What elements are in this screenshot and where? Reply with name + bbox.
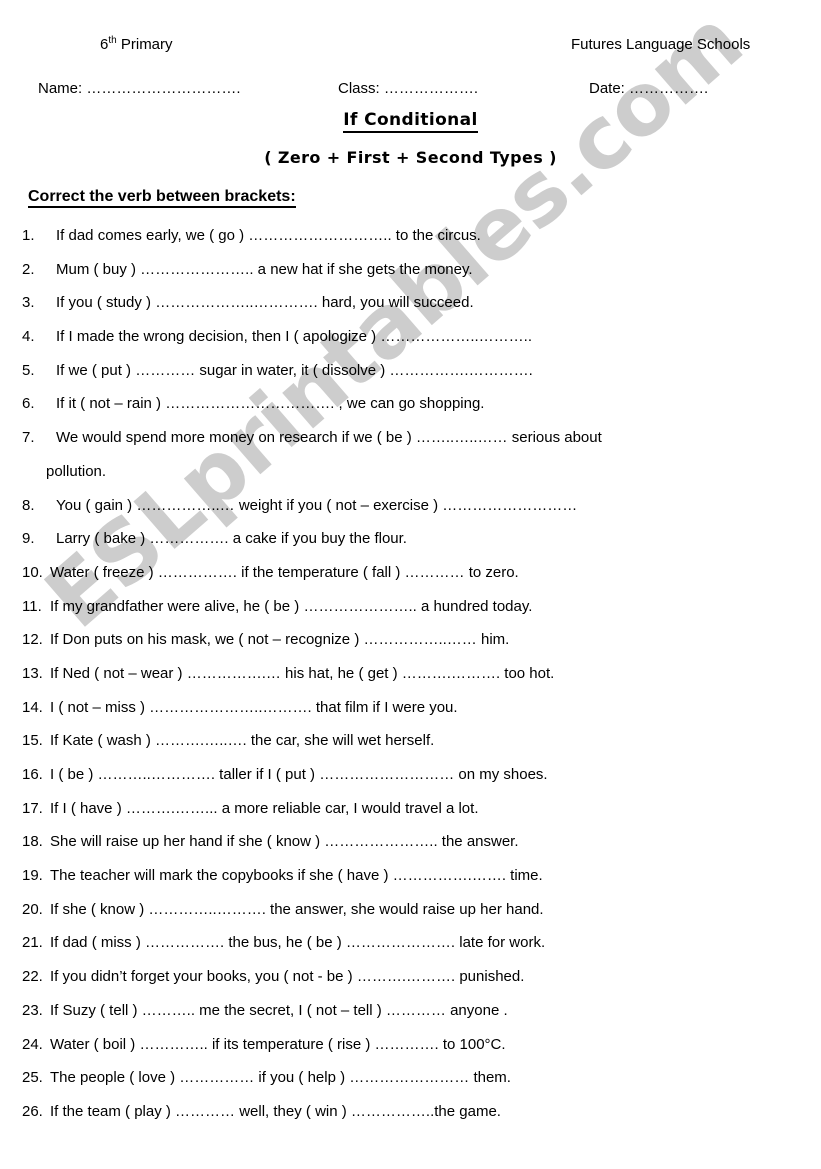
worksheet-content: 6th Primary Futures Language Schools Nam… (0, 0, 821, 1169)
question-item: 22. If you didn’t forget your books, you … (0, 960, 821, 994)
school-name: Futures Language Schools (571, 36, 751, 53)
question-number: 4. (22, 328, 35, 346)
grade-suffix: Primary (116, 36, 173, 53)
question-text[interactable]: The teacher will mark the copybooks if s… (50, 859, 543, 893)
question-text[interactable]: I ( be ) ………..…………. taller if I ( put ) … (50, 758, 548, 792)
question-text[interactable]: If Kate ( wash ) ……….…..…. the car, she … (50, 724, 434, 758)
page-title-text: If Conditional (343, 110, 478, 133)
question-number: 26. (22, 1102, 43, 1120)
question-number: 14. (22, 698, 43, 716)
question-text[interactable]: We would spend more money on research if… (56, 421, 602, 455)
question-list: 1. If dad comes early, we ( go ) ……………………… (0, 219, 821, 1129)
question-number: 6. (22, 395, 35, 413)
date-field[interactable]: Date: ……………. (589, 80, 708, 97)
question-text[interactable]: If Don puts on his mask, we ( not – reco… (50, 623, 509, 657)
question-number: 23. (22, 1001, 43, 1019)
instruction-text: Correct the verb between brackets: (28, 188, 296, 208)
question-text[interactable]: I ( not – miss ) …………………..………. that film… (50, 691, 458, 725)
question-number: 19. (22, 867, 43, 885)
question-text[interactable]: If Ned ( not – wear ) …………….… his hat, h… (50, 657, 554, 691)
grade-label: 6th Primary (100, 35, 173, 54)
question-item: 3. If you ( study ) ………………..…………. hard, y… (0, 286, 821, 320)
question-item: 23. If Suzy ( tell ) ……….. me the secret,… (0, 994, 821, 1028)
question-continuation-text: pollution. (46, 462, 107, 480)
header-row-fields: Name: …………………………. Class: ………………. Date: …… (0, 80, 821, 102)
question-text[interactable]: The people ( love ) …………… if you ( help … (50, 1061, 511, 1095)
question-number: 10. (22, 563, 43, 581)
question-number: 12. (22, 631, 43, 649)
question-item: 15. If Kate ( wash ) ……….…..…. the car, s… (0, 724, 821, 758)
question-text[interactable]: Water ( freeze ) ……………. if the temperatu… (50, 556, 519, 590)
question-number: 21. (22, 934, 43, 952)
question-item: 11. If my grandfather were alive, he ( be… (0, 590, 821, 624)
question-text[interactable]: Larry ( bake ) ……………. a cake if you buy … (56, 522, 407, 556)
question-item: 1. If dad comes early, we ( go ) ……………………… (0, 219, 821, 253)
question-text[interactable]: If my grandfather were alive, he ( be ) … (50, 590, 532, 624)
name-field[interactable]: Name: …………………………. (38, 80, 241, 97)
question-number: 9. (22, 530, 35, 548)
grade-ordinal-suffix: th (108, 35, 117, 46)
question-item: 8. You ( gain ) ……………..… weight if you ( … (0, 489, 821, 523)
question-item: 21. If dad ( miss ) ……………. the bus, he ( … (0, 926, 821, 960)
header-row-top: 6th Primary Futures Language Schools (0, 36, 821, 58)
page-subtitle: ( Zero + First + Second Types ) (264, 148, 557, 167)
question-number: 20. (22, 900, 43, 918)
question-number: 22. (22, 968, 43, 986)
question-number: 24. (22, 1035, 43, 1053)
question-item: 24. Water ( boil ) ………….. if its temperat… (0, 1028, 821, 1062)
question-text[interactable]: If she ( know ) …………..………. the answer, s… (50, 893, 544, 927)
question-item: 18. She will raise up her hand if she ( k… (0, 825, 821, 859)
question-number: 3. (22, 294, 35, 312)
question-text[interactable]: If dad comes early, we ( go ) ……………………….… (56, 219, 481, 253)
question-text[interactable]: She will raise up her hand if she ( know… (50, 825, 519, 859)
question-item: 25. The people ( love ) …………… if you ( he… (0, 1061, 821, 1095)
question-text[interactable]: If dad ( miss ) ……………. the bus, he ( be … (50, 926, 545, 960)
question-number: 1. (22, 227, 35, 244)
worksheet-page: ESLprintables.com 6th Primary Futures La… (0, 0, 821, 1169)
question-item: 20. If she ( know ) …………..………. the answer… (0, 893, 821, 927)
question-text[interactable]: If I ( have ) ……….……... a more reliable … (50, 792, 478, 826)
question-number: 15. (22, 732, 43, 750)
question-text[interactable]: If you didn’t forget your books, you ( n… (50, 960, 524, 994)
question-text[interactable]: If the team ( play ) ………… well, they ( w… (50, 1095, 501, 1129)
question-text[interactable]: If we ( put ) ………… sugar in water, it ( … (56, 354, 533, 388)
question-number: 5. (22, 361, 35, 379)
question-item: 17. If I ( have ) ……….……... a more reliab… (0, 792, 821, 826)
question-item: 16. I ( be ) ………..…………. taller if I ( put… (0, 758, 821, 792)
question-item: 5. If we ( put ) ………… sugar in water, it … (0, 354, 821, 388)
question-item: 4. If I made the wrong decision, then I (… (0, 320, 821, 354)
question-item: 6. If it ( not – rain ) ……………………………. , we… (0, 387, 821, 421)
question-text[interactable]: If you ( study ) ………………..…………. hard, you… (56, 286, 474, 320)
question-text[interactable]: You ( gain ) ……………..… weight if you ( no… (56, 489, 577, 523)
question-number: 8. (22, 496, 35, 514)
question-number: 25. (22, 1069, 43, 1087)
question-item: 13. If Ned ( not – wear ) …………….… his hat… (0, 657, 821, 691)
question-number: 7. (22, 429, 35, 447)
question-text[interactable]: Water ( boil ) ………….. if its temperature… (50, 1028, 506, 1062)
page-title: If Conditional (0, 110, 821, 133)
question-item: 2. Mum ( buy ) ………………….. a new hat if she… (0, 253, 821, 287)
question-item: 14. I ( not – miss ) …………………..………. that f… (0, 691, 821, 725)
question-item: 19. The teacher will mark the copybooks i… (0, 859, 821, 893)
instruction-heading: Correct the verb between brackets: (28, 188, 296, 208)
question-number: 18. (22, 833, 43, 851)
question-number: 2. (22, 260, 35, 278)
question-text[interactable]: If it ( not – rain ) ……………………………. , we c… (56, 387, 484, 421)
question-continuation: pollution. (0, 455, 821, 489)
question-number: 11. (22, 597, 42, 615)
question-number: 13. (22, 664, 43, 682)
question-text[interactable]: If I made the wrong decision, then I ( a… (56, 320, 532, 354)
class-field[interactable]: Class: ………………. (338, 80, 478, 97)
question-item: 12. If Don puts on his mask, we ( not – r… (0, 623, 821, 657)
question-text[interactable]: Mum ( buy ) ………………….. a new hat if she g… (56, 253, 473, 287)
question-number: 17. (22, 799, 43, 817)
question-item: 10. Water ( freeze ) ……………. if the temper… (0, 556, 821, 590)
question-item: 26. If the team ( play ) ………… well, they … (0, 1095, 821, 1129)
question-item: 9. Larry ( bake ) ……………. a cake if you bu… (0, 522, 821, 556)
question-item: 7. We would spend more money on research … (0, 421, 821, 455)
question-text[interactable]: If Suzy ( tell ) ……….. me the secret, I … (50, 994, 508, 1028)
question-number: 16. (22, 766, 43, 783)
